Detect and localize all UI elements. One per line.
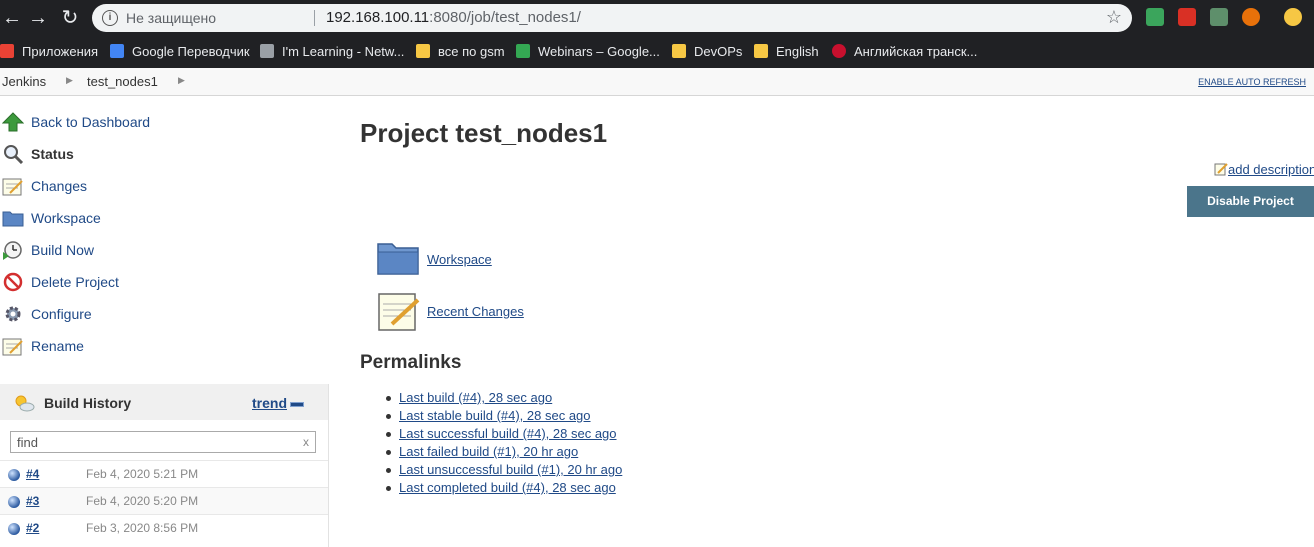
back-arrow-icon[interactable]: ← bbox=[0, 6, 24, 30]
bullet bbox=[386, 450, 391, 455]
weather-sunny-icon bbox=[15, 395, 35, 412]
build-history-header: Build History trend bbox=[0, 384, 328, 420]
task-label: Back to Dashboard bbox=[31, 114, 151, 130]
breadcrumb-arrow-icon[interactable]: ▶ bbox=[66, 75, 73, 86]
trend-link[interactable]: trend bbox=[252, 395, 287, 411]
build-row[interactable]: #2 Feb 3, 2020 8:56 PM bbox=[0, 514, 328, 542]
bookmark-gsm[interactable]: все по gsm bbox=[416, 42, 505, 62]
browser-chrome: ← → ↻ i Не защищено 192.168.100.11:8080/… bbox=[0, 0, 1314, 68]
notepad-icon bbox=[2, 338, 23, 356]
disable-project-button[interactable]: Disable Project bbox=[1187, 186, 1314, 217]
recent-changes-link[interactable]: Recent Changes bbox=[427, 304, 524, 319]
url-text[interactable]: 192.168.100.11:8080/job/test_nodes1/ bbox=[326, 9, 581, 26]
not-secure-label: Не защищено bbox=[126, 10, 216, 26]
pdf-extension-icon[interactable] bbox=[1178, 8, 1196, 26]
bookmark-star-icon[interactable]: ☆ bbox=[1106, 7, 1122, 28]
search-icon bbox=[4, 145, 24, 164]
bullet bbox=[386, 432, 391, 437]
folder-icon bbox=[672, 44, 686, 58]
folder-icon bbox=[416, 44, 430, 58]
build-date[interactable]: Feb 4, 2020 5:20 PM bbox=[86, 494, 198, 508]
build-number-link[interactable]: #2 bbox=[26, 521, 39, 535]
breadcrumb-job[interactable]: test_nodes1 bbox=[87, 74, 158, 89]
address-bar[interactable]: i Не защищено 192.168.100.11:8080/job/te… bbox=[92, 4, 1132, 32]
build-date[interactable]: Feb 3, 2020 8:56 PM bbox=[86, 521, 198, 535]
page-title: Project test_nodes1 bbox=[360, 118, 608, 148]
clear-search-icon[interactable]: x bbox=[303, 435, 309, 449]
add-description-link[interactable]: add description bbox=[1214, 162, 1314, 177]
permalinks-heading: Permalinks bbox=[360, 352, 462, 373]
bookmarks-bar: Приложения Google Переводчик I'm Learnin… bbox=[0, 36, 1314, 68]
clock-icon bbox=[3, 241, 22, 260]
folder-icon bbox=[377, 243, 419, 275]
enable-auto-refresh-link[interactable]: ENABLE AUTO REFRESH bbox=[1198, 77, 1306, 87]
google-translate-icon bbox=[110, 44, 124, 58]
bookmark-google-translate[interactable]: Google Переводчик bbox=[110, 42, 250, 62]
shield-extension-icon[interactable] bbox=[1146, 8, 1164, 26]
folder-icon bbox=[2, 211, 24, 227]
browser-toolbar: ← → ↻ i Не защищено 192.168.100.11:8080/… bbox=[0, 0, 1314, 36]
bookmark-netacad[interactable]: I'm Learning - Netw... bbox=[260, 42, 404, 62]
build-status-ball-icon bbox=[8, 469, 20, 481]
permalink-last-unsuccessful-build[interactable]: Last unsuccessful build (#1), 20 hr ago bbox=[399, 462, 622, 477]
build-status-ball-icon bbox=[8, 496, 20, 508]
build-number-link[interactable]: #3 bbox=[26, 494, 39, 508]
task-label: Configure bbox=[31, 306, 92, 322]
permalink-last-successful-build[interactable]: Last successful build (#4), 28 sec ago bbox=[399, 426, 617, 441]
build-status-ball-icon bbox=[8, 523, 20, 535]
task-label: Build Now bbox=[31, 242, 95, 258]
build-history-title: Build History bbox=[44, 395, 132, 411]
bookmark-english[interactable]: English bbox=[754, 42, 819, 62]
edit-icon bbox=[1214, 163, 1228, 176]
reload-icon[interactable]: ↻ bbox=[58, 6, 82, 30]
permalink-last-build[interactable]: Last build (#4), 28 sec ago bbox=[399, 390, 552, 405]
fox-extension-icon[interactable] bbox=[1242, 8, 1260, 26]
task-label: Rename bbox=[31, 338, 84, 354]
build-search-placeholder: find bbox=[17, 435, 38, 450]
bullet bbox=[386, 486, 391, 491]
folder-icon bbox=[754, 44, 768, 58]
notepad-icon bbox=[2, 178, 23, 196]
profile-avatar-icon[interactable] bbox=[1284, 8, 1302, 26]
bullet bbox=[386, 396, 391, 401]
uk-flag-icon bbox=[832, 44, 846, 58]
forward-arrow-icon[interactable]: → bbox=[26, 6, 50, 30]
apps-grid-icon bbox=[0, 44, 14, 58]
build-history-panel: Build History trend find x #4 Feb 4, 202… bbox=[0, 384, 329, 547]
permalink-last-failed-build[interactable]: Last failed build (#1), 20 hr ago bbox=[399, 444, 578, 459]
notepad-icon bbox=[378, 293, 420, 331]
bookmark-apps[interactable]: Приложения bbox=[0, 42, 98, 62]
breadcrumb-jenkins[interactable]: Jenkins bbox=[2, 74, 46, 89]
task-label: Workspace bbox=[31, 210, 101, 226]
bullet bbox=[386, 414, 391, 419]
bookmark-devops[interactable]: DevOPs bbox=[672, 42, 742, 62]
breadcrumb: Jenkins ▶ test_nodes1 ▶ ENABLE AUTO REFR… bbox=[0, 68, 1314, 96]
add-description-label: add description bbox=[1228, 162, 1314, 177]
google-drive-icon bbox=[516, 44, 530, 58]
build-date[interactable]: Feb 4, 2020 5:21 PM bbox=[86, 467, 198, 481]
up-arrow-icon bbox=[2, 112, 24, 132]
permalink-last-completed-build[interactable]: Last completed build (#4), 28 sec ago bbox=[399, 480, 616, 495]
task-label: Status bbox=[31, 146, 74, 162]
task-label: Delete Project bbox=[31, 274, 119, 290]
build-number-link[interactable]: #4 bbox=[26, 467, 39, 481]
breadcrumb-arrow-icon[interactable]: ▶ bbox=[178, 75, 185, 86]
info-icon[interactable]: i bbox=[102, 10, 118, 26]
task-label: Changes bbox=[31, 178, 88, 194]
workspace-link[interactable]: Workspace bbox=[427, 252, 492, 267]
build-row[interactable]: #4 Feb 4, 2020 5:21 PM bbox=[0, 460, 328, 488]
bullet bbox=[386, 468, 391, 473]
no-entry-icon bbox=[3, 272, 23, 292]
gear-icon bbox=[5, 306, 21, 322]
bookmark-webinars[interactable]: Webinars – Google... bbox=[516, 42, 660, 62]
cisco-icon bbox=[260, 44, 274, 58]
permalink-last-stable-build[interactable]: Last stable build (#4), 28 sec ago bbox=[399, 408, 591, 423]
collapse-icon[interactable] bbox=[290, 402, 304, 407]
build-row[interactable]: #3 Feb 4, 2020 5:20 PM bbox=[0, 487, 328, 515]
s-extension-icon[interactable] bbox=[1210, 8, 1228, 26]
address-separator bbox=[314, 10, 315, 26]
bookmark-transcription[interactable]: Английская транск... bbox=[832, 42, 977, 62]
build-search-input[interactable]: find x bbox=[10, 431, 316, 453]
